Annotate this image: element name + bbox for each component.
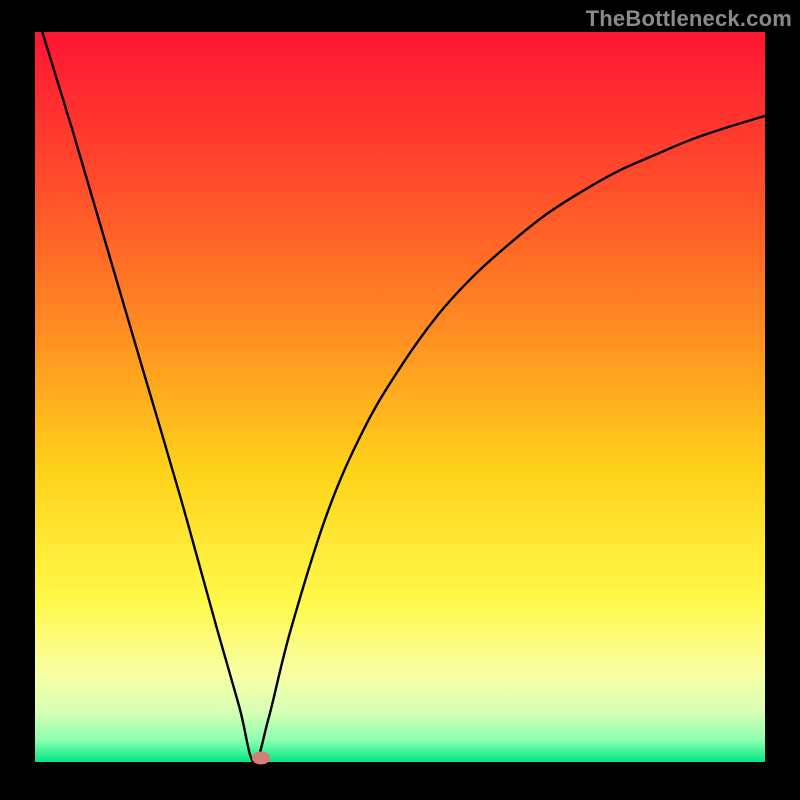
chart-stage: TheBottleneck.com <box>0 0 800 800</box>
watermark-text: TheBottleneck.com <box>586 6 792 32</box>
bottleneck-curve <box>35 32 765 762</box>
optimum-marker <box>252 752 270 765</box>
curve-path <box>42 32 765 762</box>
plot-area <box>35 32 765 762</box>
